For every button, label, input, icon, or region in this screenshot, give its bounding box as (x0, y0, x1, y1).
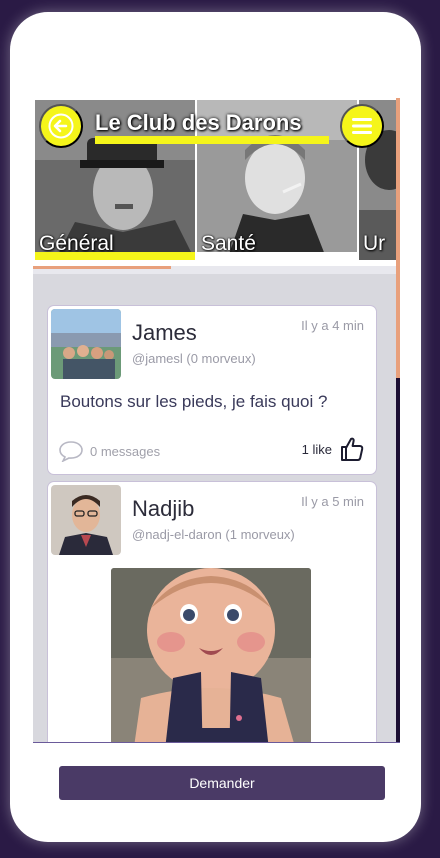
menu-button[interactable] (340, 104, 384, 148)
post-time: Il y a 4 min (301, 318, 364, 333)
comments-count: 0 messages (90, 443, 161, 459)
like-control[interactable]: 1 like (302, 436, 364, 462)
ask-button[interactable]: Demander (59, 766, 385, 800)
category-label: Ur (363, 232, 386, 255)
phone-frame: Général Santé Ur Le Club des Darons Jame… (10, 12, 421, 842)
avatar-photo (51, 309, 121, 379)
author-handle: @jamesl (0 morveux) (132, 351, 256, 366)
arrow-left-icon (48, 113, 74, 139)
app-screen: Général Santé Ur Le Club des Darons Jame… (33, 98, 400, 742)
back-button[interactable] (39, 104, 83, 148)
active-category-underline (35, 252, 195, 260)
post-text: Boutons sur les pieds, je fais quoi ? (60, 392, 328, 411)
scrollbar[interactable] (396, 98, 400, 378)
thumbs-up-icon[interactable] (340, 436, 364, 462)
app-title: Le Club des Darons (95, 110, 302, 135)
title-underline (95, 136, 329, 144)
hamburger-icon (352, 118, 372, 134)
avatar[interactable] (51, 485, 121, 555)
avatar[interactable] (51, 309, 121, 379)
category-underline (197, 252, 357, 260)
comments-link[interactable]: 0 messages (58, 440, 160, 462)
author-name[interactable]: Nadjib (132, 496, 194, 522)
post-time: Il y a 5 min (301, 494, 364, 509)
author-handle: @nadj-el-daron (1 morveux) (132, 527, 295, 542)
avatar-photo (51, 485, 121, 555)
post-feed: James @jamesl (0 morveux) Il y a 4 min B… (48, 306, 378, 742)
post-card[interactable]: Nadjib @nadj-el-daron (1 morveux) Il y a… (48, 482, 376, 742)
carousel-progress-fill (33, 266, 171, 269)
post-card[interactable]: James @jamesl (0 morveux) Il y a 4 min B… (48, 306, 376, 474)
category-carousel[interactable]: Général Santé Ur Le Club des Darons (33, 98, 400, 274)
baby-photo (111, 568, 311, 742)
likes-count: 1 like (301, 441, 332, 457)
author-name[interactable]: James (132, 320, 197, 346)
carousel-progress-track (33, 266, 400, 274)
speech-bubble-icon (59, 441, 83, 462)
post-image[interactable] (111, 568, 311, 742)
footer-divider (33, 742, 400, 743)
